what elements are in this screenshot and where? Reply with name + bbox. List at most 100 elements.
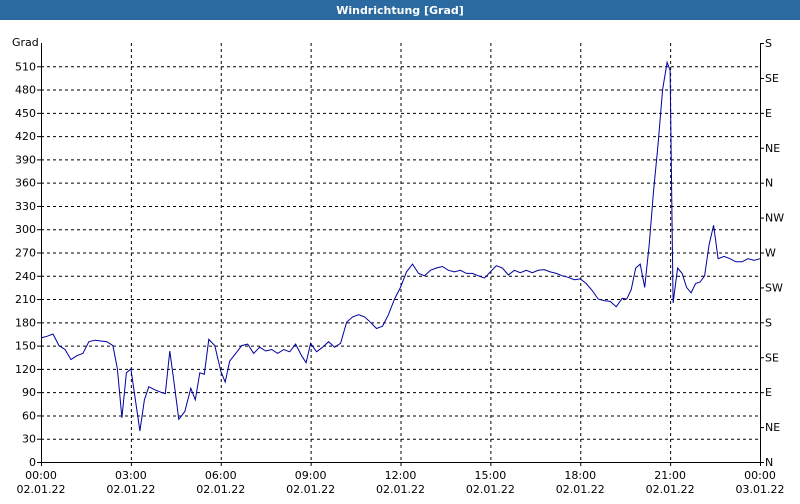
y-tick-label: 90 [22, 386, 36, 399]
data-point [580, 278, 581, 279]
x-tick-time-label: 18:00 [564, 469, 596, 482]
data-point [241, 345, 242, 346]
data-point [100, 340, 101, 341]
data-point [174, 384, 175, 385]
data-point [532, 272, 533, 273]
wind-direction-chart: 0 30 60 90 120 150 180 210 240 270 300 330 360 390 420… [12, 36, 785, 496]
data-point [729, 258, 730, 259]
data-point [448, 270, 449, 271]
data-point [562, 275, 563, 276]
y-tick-label: 0 [29, 456, 36, 469]
data-point [626, 299, 627, 300]
x-tick-date-label: 02.01.22 [556, 483, 605, 496]
data-point [538, 270, 539, 271]
data-point [550, 271, 551, 272]
y-tick-label: 60 [22, 409, 36, 422]
data-point [382, 326, 383, 327]
data-point [759, 258, 760, 259]
data-point [283, 349, 284, 350]
data-point [520, 272, 521, 273]
data-point [94, 340, 95, 341]
x-tick-time-label: 15:00 [475, 469, 507, 482]
data-point [735, 261, 736, 262]
data-point [568, 277, 569, 278]
y-tick-label: 120 [15, 363, 36, 376]
data-point [741, 261, 742, 262]
data-point [316, 351, 317, 352]
data-point [586, 283, 587, 284]
data-point [204, 374, 205, 375]
data-point [247, 344, 248, 345]
data-point [658, 143, 659, 144]
data-point [667, 62, 668, 63]
data-point [301, 355, 302, 356]
data-point [700, 281, 701, 282]
x-tick-time-label: 21:00 [654, 469, 686, 482]
data-point [376, 328, 377, 329]
data-point [106, 341, 107, 342]
data-point [556, 273, 557, 274]
compass-label: E [765, 107, 772, 120]
data-point [418, 273, 419, 274]
x-tick-time-label: 00:00 [25, 469, 57, 482]
data-point [139, 430, 140, 431]
data-point [424, 275, 425, 276]
y-tick-label: 180 [15, 316, 36, 329]
data-point [195, 399, 196, 400]
x-tick-date-label: 02.01.22 [286, 483, 335, 496]
data-point [229, 361, 230, 362]
data-point [82, 353, 83, 354]
data-point [289, 351, 290, 352]
data-point [259, 347, 260, 348]
data-point [126, 372, 127, 373]
data-point [306, 362, 307, 363]
data-point [430, 270, 431, 271]
compass-label: SW [765, 281, 783, 294]
data-point [214, 345, 215, 346]
data-point [436, 267, 437, 268]
data-point [208, 339, 209, 340]
data-point [295, 344, 296, 345]
x-tick-date-label: 02.01.22 [646, 483, 695, 496]
data-point [46, 336, 47, 337]
x-tick-time-label: 00:00 [744, 469, 776, 482]
data-point [160, 392, 161, 393]
y-tick-label: 30 [22, 433, 36, 446]
data-point [616, 306, 617, 307]
data-point [253, 353, 254, 354]
data-point [346, 322, 347, 323]
data-point [334, 347, 335, 348]
x-tick-date-label: 03.01.22 [736, 483, 785, 496]
compass-label: SE [765, 351, 779, 364]
data-point [121, 417, 122, 418]
y-tick-label: 390 [15, 153, 36, 166]
data-point [644, 287, 645, 288]
compass-label: N [765, 456, 773, 469]
x-tick-time-label: 06:00 [205, 469, 237, 482]
data-point [117, 368, 118, 369]
data-point [686, 287, 687, 288]
data-point [40, 337, 41, 338]
data-point [178, 419, 179, 420]
data-point [682, 273, 683, 274]
data-point [400, 287, 401, 288]
data-point [277, 353, 278, 354]
compass-label: NE [765, 142, 780, 155]
data-point [704, 275, 705, 276]
data-point [130, 368, 131, 369]
data-point [394, 299, 395, 300]
data-point [442, 266, 443, 267]
compass-label: S [765, 37, 772, 50]
compass-label: NW [765, 212, 784, 225]
data-point [649, 244, 650, 245]
data-point [406, 271, 407, 272]
x-tick-date-label: 02.01.22 [196, 483, 245, 496]
data-point [310, 343, 311, 344]
compass-label: W [765, 247, 776, 260]
data-point [695, 283, 696, 284]
y-tick-label: 270 [15, 247, 36, 260]
data-point [370, 322, 371, 323]
data-point [478, 275, 479, 276]
data-point [662, 89, 663, 90]
compass-label: E [765, 386, 772, 399]
